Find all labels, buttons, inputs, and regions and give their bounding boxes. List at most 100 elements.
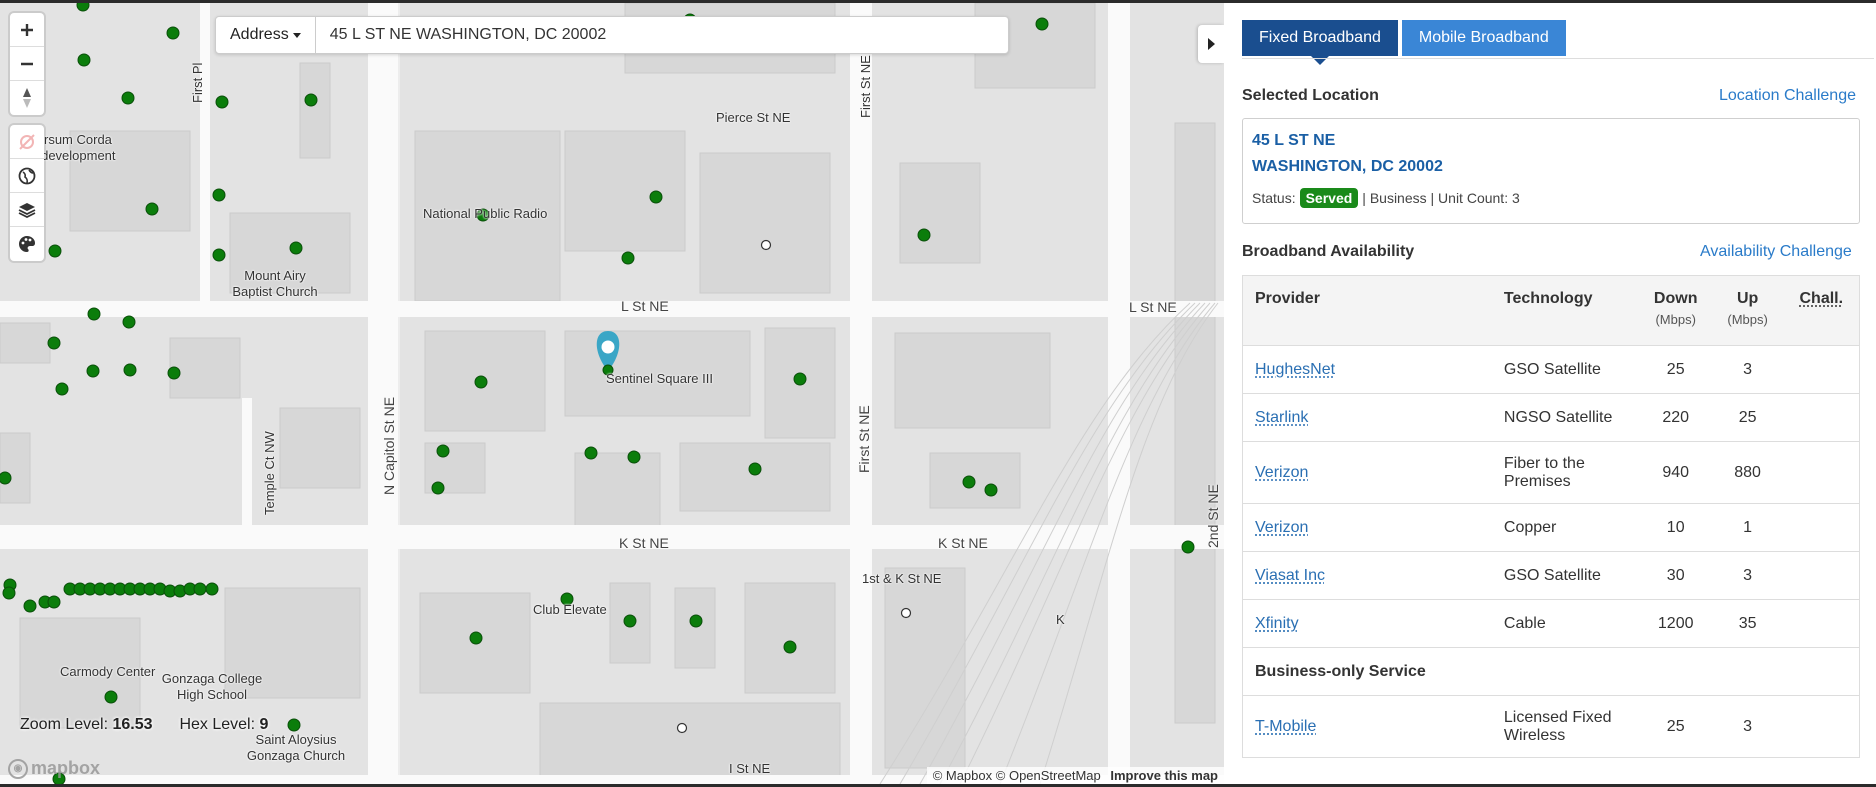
table-row: Viasat Inc GSO Satellite 30 3 [1242,551,1860,600]
search-type-dropdown[interactable]: Address [216,17,316,53]
zoom-hex-readout: Zoom Level: 16.53 Hex Level: 9 [20,716,268,734]
zoom-level-value: 16.53 [112,716,153,733]
down-cell: 30 [1639,551,1712,600]
attribution-mapbox-link[interactable]: © Mapbox [933,768,992,783]
col-header-challenge[interactable]: Chall. [1783,275,1860,346]
technology-cell: GSO Satellite [1491,551,1640,600]
map-label-saint-aloysius-1: Saint Aloysius [255,732,337,747]
availability-table: Provider Technology Down (Mbps) Up (Mbps… [1242,275,1860,758]
panel-toggle-button[interactable] [1198,25,1224,63]
map-label-k-st-2: K St NE [938,535,988,551]
col-header-provider: Provider [1242,275,1492,346]
improve-map-link[interactable]: Improve this map [1110,768,1218,783]
zoom-out-button[interactable] [10,47,44,81]
map-label-i-st: I St NE [729,761,771,776]
down-cell: 220 [1639,393,1712,442]
down-cell: 25 [1639,345,1712,394]
provider-link[interactable]: HughesNet [1255,361,1335,378]
col-header-technology: Technology [1491,275,1640,346]
basemap-style-button[interactable] [10,227,44,261]
challenge-cell [1783,345,1860,394]
plus-icon [21,23,33,36]
map-label-l-st-2: L St NE [1129,299,1177,315]
palette-icon [19,236,35,252]
attribution-osm-link[interactable]: © OpenStreetMap [996,768,1101,783]
col-header-challenge-label: Chall. [1799,290,1844,307]
location-address-line2: WASHINGTON, DC 20002 [1252,158,1443,175]
zoom-level-label: Zoom Level: [20,716,109,733]
technology-cell: GSO Satellite [1491,345,1640,394]
table-row: Verizon Copper 10 1 [1242,503,1860,552]
tab-mobile-broadband[interactable]: Mobile Broadband [1401,20,1566,56]
up-cell: 3 [1711,345,1784,394]
address-input[interactable] [315,17,1008,53]
map-label-temple-ct: Temple Ct NW [262,431,277,515]
provider-link[interactable]: Xfinity [1255,615,1299,632]
map-label-first-pl: First Pl [190,62,205,103]
table-row: T-Mobile Licensed Fixed Wireless 25 3 [1242,695,1860,758]
mapbox-logo[interactable]: ◉ mapbox [8,758,100,779]
table-row: Starlink NGSO Satellite 220 25 [1242,393,1860,442]
map-canvas[interactable]: First Pl Pierce St NE First St NE Sursum… [0,3,1224,784]
col-header-up: Up (Mbps) [1711,275,1784,346]
provider-link[interactable]: T-Mobile [1255,718,1316,735]
table-row: Xfinity Cable 1200 35 [1242,599,1860,648]
map-label-k-st-1: K St NE [619,535,669,551]
map-label-mount-airy-2: Baptist Church [232,284,318,299]
compass-icon [23,88,31,108]
status-badge: Served [1299,188,1359,208]
location-challenge-link[interactable]: Location Challenge [1719,87,1856,105]
map-label-saint-aloysius-2: Gonzaga Church [246,748,346,763]
geolocate-button[interactable] [10,125,44,159]
down-cell: 25 [1639,695,1712,758]
challenge-cell [1783,441,1860,504]
provider-link[interactable]: Verizon [1255,464,1308,481]
address-search-box: Address [215,16,1009,54]
up-cell: 1 [1711,503,1784,552]
selected-location-title: Selected Location [1242,87,1379,104]
down-cell: 10 [1639,503,1712,552]
up-cell: 35 [1711,599,1784,648]
map-label-2nd-st: 2nd St NE [1205,484,1221,548]
map-tool-controls [10,125,44,261]
broadband-type-tabs: Fixed Broadband Mobile Broadband [1242,20,1566,56]
location-disabled-icon [19,133,35,150]
provider-link[interactable]: Verizon [1255,519,1308,536]
map-label-npr: National Public Radio [423,206,548,221]
challenge-cell [1783,695,1860,758]
technology-cell: Fiber to the Premises [1491,441,1640,504]
map-label-first-st-mid: First St NE [856,405,872,473]
table-row: HughesNet GSO Satellite 25 3 [1242,345,1860,394]
status-details: | Business | Unit Count: 3 [1362,190,1520,206]
map-attribution: © Mapbox © OpenStreetMap Improve this ma… [926,767,1224,784]
caret-down-icon [292,32,301,38]
technology-cell: Cable [1491,599,1640,648]
provider-link[interactable]: Viasat Inc [1255,567,1325,584]
layers-button[interactable] [10,193,44,227]
tab-fixed-broadband[interactable]: Fixed Broadband [1242,20,1398,56]
mapbox-logo-icon: ◉ [8,758,28,779]
zoom-in-button[interactable] [10,13,44,47]
tab-divider [1242,58,1874,59]
map-label-first-st-top: First St NE [858,55,873,118]
down-cell: 1200 [1639,599,1712,648]
hex-level-value: 9 [259,716,269,733]
map-label-sentinel-square: Sentinel Square III [606,371,713,386]
globe-button[interactable] [10,159,44,193]
compass-button[interactable] [10,81,44,115]
col-header-down-label: Down [1653,290,1698,307]
minus-icon [21,62,33,65]
availability-challenge-link[interactable]: Availability Challenge [1700,243,1852,261]
layers-icon [18,202,36,218]
technology-cell: Licensed Fixed Wireless [1491,695,1640,758]
challenge-cell [1783,503,1860,552]
provider-link[interactable]: Starlink [1255,409,1308,426]
hex-level-label: Hex Level: [179,716,256,733]
down-cell: 940 [1639,441,1712,504]
technology-cell: Copper [1491,503,1640,552]
up-cell: 880 [1711,441,1784,504]
map-label-gonzaga-2: High School [176,687,248,702]
table-row: Verizon Fiber to the Premises 940 880 [1242,441,1860,504]
challenge-cell [1783,551,1860,600]
search-type-label: Address [230,26,289,43]
